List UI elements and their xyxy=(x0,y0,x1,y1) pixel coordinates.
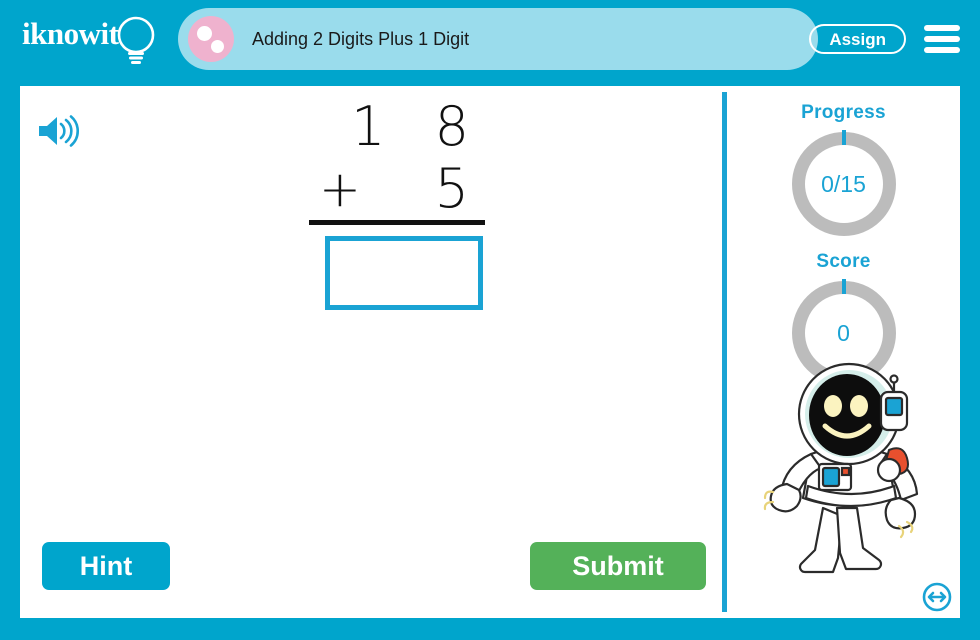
math-problem: 1 8 + 5 xyxy=(305,96,485,310)
problem-row-bottom: + 5 xyxy=(305,158,485,220)
hamburger-menu-icon[interactable] xyxy=(924,24,960,54)
app-header: iknowit Adding 2 Digits Plus 1 Digit Ass… xyxy=(0,0,980,78)
pink-dots-icon xyxy=(188,16,234,62)
page-title: Adding 2 Digits Plus 1 Digit xyxy=(252,29,470,49)
progress-stat: Progress 0/15 xyxy=(727,102,960,236)
iknowit-logo[interactable]: iknowit xyxy=(22,12,172,68)
progress-value: 0/15 xyxy=(821,171,866,197)
astronaut-mascot xyxy=(763,362,919,574)
assign-button[interactable]: Assign xyxy=(809,24,906,54)
addend-top: 1 8 xyxy=(351,95,485,158)
speaker-icon[interactable] xyxy=(36,114,80,148)
problem-rule xyxy=(309,220,485,225)
double-arrow-icon[interactable] xyxy=(922,582,952,612)
answer-input[interactable] xyxy=(325,236,483,310)
content-inner: 1 8 + 5 Hint Submit Progress 0/15 Score … xyxy=(20,86,960,618)
operator-plus: + xyxy=(319,160,361,218)
problem-row-top: 1 8 xyxy=(305,96,485,158)
addend-bottom: 5 xyxy=(434,157,485,220)
lightbulb-icon xyxy=(117,16,155,64)
content-frame: 1 8 + 5 Hint Submit Progress 0/15 Score … xyxy=(0,78,980,640)
progress-label: Progress xyxy=(801,102,886,123)
hint-button[interactable]: Hint xyxy=(42,542,170,590)
score-label: Score xyxy=(816,251,871,272)
submit-button[interactable]: Submit xyxy=(530,542,706,590)
logo-text: iknowit xyxy=(22,16,119,51)
answer-value xyxy=(330,241,478,305)
progress-ring: 0/15 xyxy=(791,130,896,236)
lesson-title-bar: Adding 2 Digits Plus 1 Digit xyxy=(178,8,818,70)
sidebar: Progress 0/15 Score 0 xyxy=(727,86,960,618)
app-root: iknowit Adding 2 Digits Plus 1 Digit Ass… xyxy=(0,0,980,640)
work-area: 1 8 + 5 Hint Submit xyxy=(20,86,720,618)
